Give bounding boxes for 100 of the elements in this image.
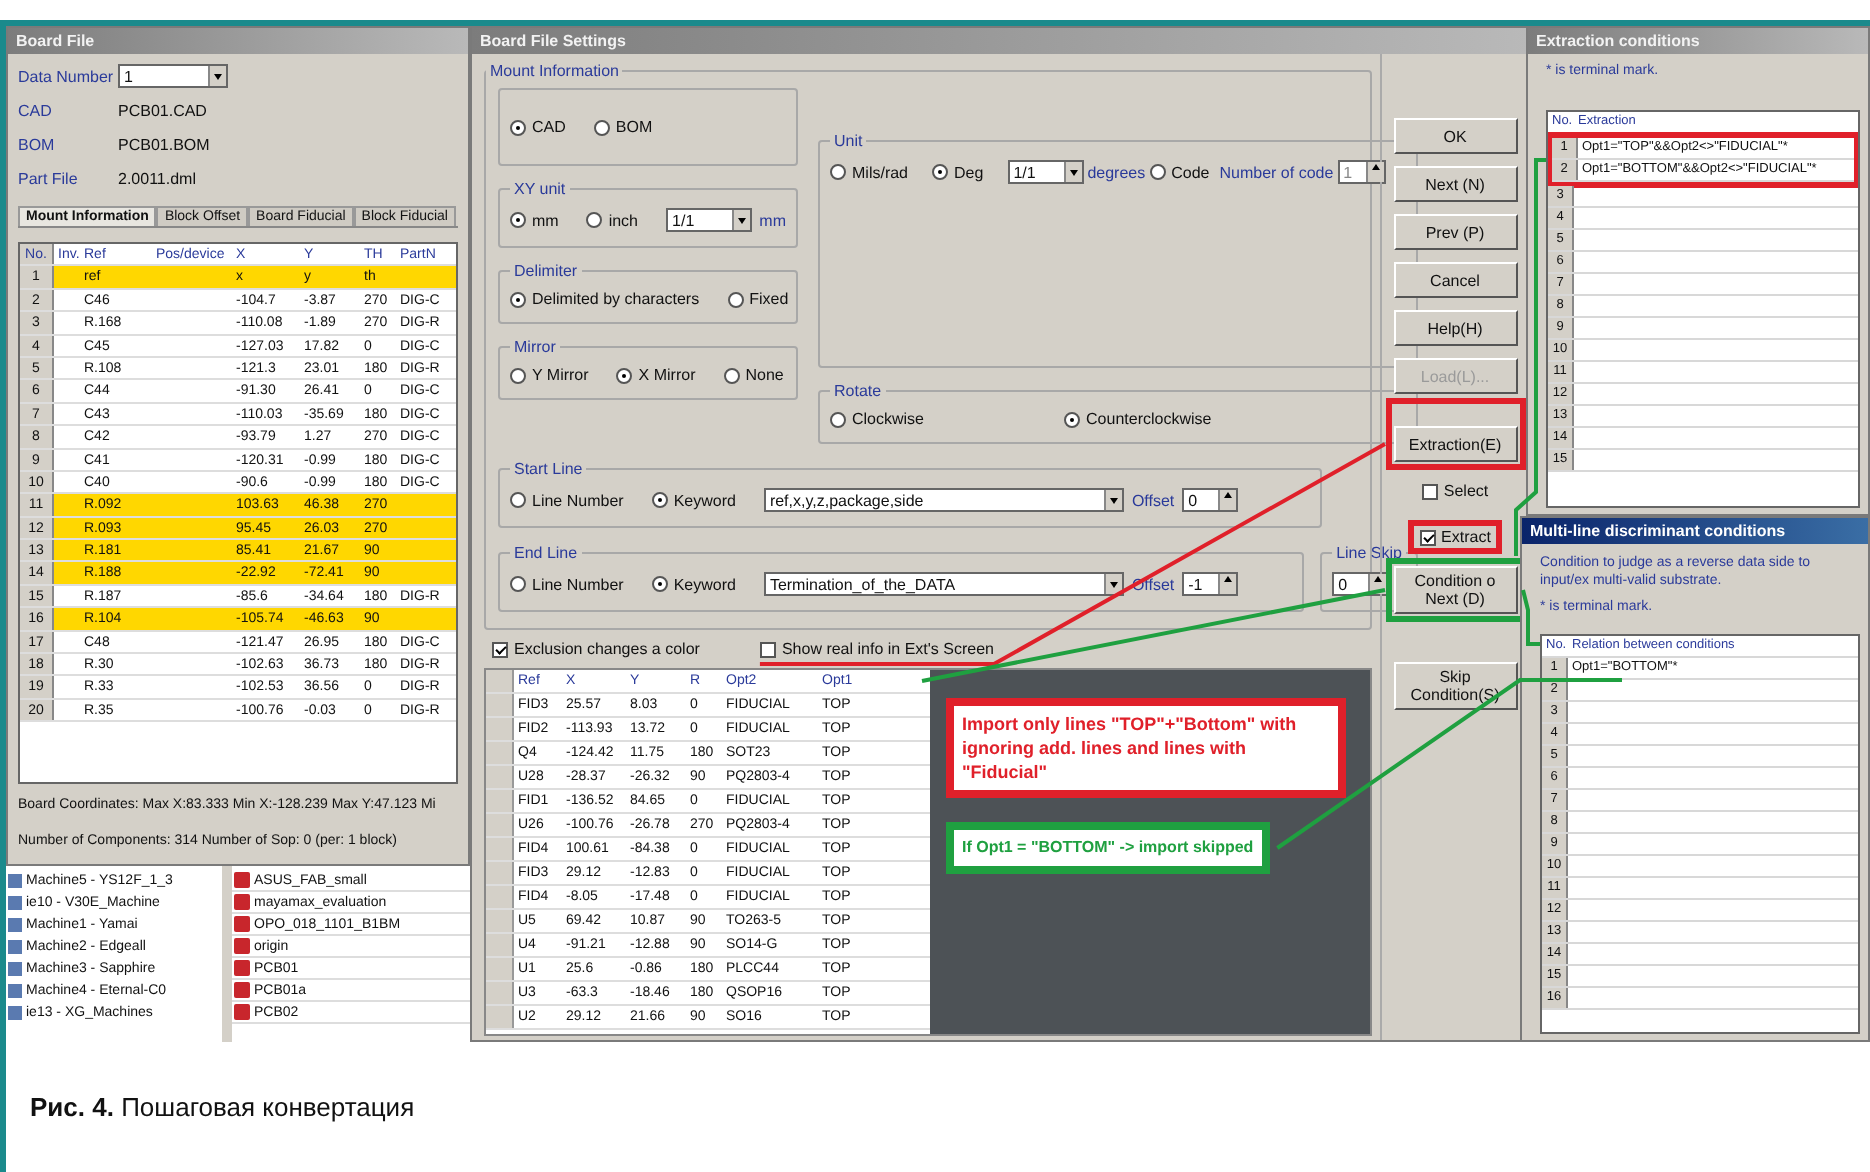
option-label: Fixed xyxy=(749,290,789,308)
radio-button[interactable] xyxy=(593,119,610,135)
group-title: Line Skip xyxy=(1334,544,1404,562)
row-header xyxy=(486,982,514,1004)
row-header xyxy=(486,1006,514,1028)
row-header xyxy=(486,958,514,980)
spinner-field[interactable]: 0 xyxy=(1182,488,1239,512)
checkbox[interactable] xyxy=(1421,483,1438,499)
radio-button[interactable] xyxy=(723,367,740,383)
radio-button[interactable] xyxy=(1149,164,1166,180)
group-title: Start Line xyxy=(512,460,585,478)
row-header xyxy=(486,766,514,788)
dropdown[interactable]: 1/1 xyxy=(666,208,752,232)
figure-caption: Рис. 4. Пошаговая конвертация xyxy=(30,1092,415,1122)
option-label: Keyword xyxy=(673,575,736,593)
radio-button[interactable] xyxy=(932,164,949,180)
window-title: Multi-line discriminant conditions xyxy=(1522,518,1868,544)
field-label: CAD xyxy=(18,101,54,119)
radio-button[interactable] xyxy=(727,291,744,307)
button[interactable]: Skip Condition(S) xyxy=(1393,662,1517,710)
window-title: Board File Settings xyxy=(472,28,1528,54)
row-header xyxy=(486,814,514,836)
group-title: Mirror xyxy=(512,338,558,356)
group-title: End Line xyxy=(512,544,580,562)
radio-button[interactable] xyxy=(651,492,668,508)
field-label: Part File xyxy=(18,169,80,187)
button[interactable]: Next (N) xyxy=(1393,166,1517,202)
row-header xyxy=(486,862,514,884)
field-label: Data Number xyxy=(18,67,116,85)
annotation-note: Import only lines "TOP"+"Bottom" with ignoring add. lines and lines with "Fiducial" xyxy=(946,698,1346,798)
radio-button[interactable] xyxy=(510,291,526,307)
button[interactable]: Condition o Next (D) xyxy=(1393,566,1517,614)
radio-button[interactable] xyxy=(830,164,846,180)
group-title: XY unit xyxy=(512,180,568,198)
leader-line xyxy=(1521,589,1540,646)
button[interactable]: Help(H) xyxy=(1393,310,1517,346)
row-header xyxy=(486,838,514,860)
radio-button[interactable] xyxy=(586,212,603,228)
field-value: PCB01.CAD xyxy=(118,101,209,119)
row-header xyxy=(486,742,514,764)
option-label: Line Number xyxy=(532,575,624,593)
keyword-field[interactable]: Termination_of_the_DATA xyxy=(763,572,1124,596)
field-value: PCB01.BOM xyxy=(118,135,212,153)
row-header xyxy=(486,694,514,716)
checkbox[interactable] xyxy=(759,641,776,657)
row-header xyxy=(486,934,514,956)
option-label: Line Number xyxy=(532,491,624,509)
option-label: inch xyxy=(608,211,639,229)
option-label: Counterclockwise xyxy=(1086,410,1212,428)
unit-label: degrees xyxy=(1087,163,1146,181)
radio-button[interactable] xyxy=(616,367,633,383)
spin-arrows-icon xyxy=(1218,574,1237,594)
button[interactable]: Cancel xyxy=(1393,262,1517,298)
radio-button[interactable] xyxy=(510,367,526,383)
group-title: Mount Information xyxy=(488,62,621,80)
unit-label: mm xyxy=(759,211,786,229)
group-title: Unit xyxy=(832,132,865,150)
button[interactable]: OK xyxy=(1393,118,1517,154)
option-label: Y Mirror xyxy=(532,366,589,384)
spinner-field[interactable]: -1 xyxy=(1182,572,1239,596)
radio-button[interactable] xyxy=(510,492,526,508)
group-title: Rotate xyxy=(832,382,884,400)
checkbox[interactable] xyxy=(1419,529,1436,545)
checkbox-label: Exclusion changes a color xyxy=(514,640,700,658)
row-header xyxy=(486,886,514,908)
option-label: Delimited by characters xyxy=(532,290,700,308)
field-label: Number of code xyxy=(1219,163,1334,181)
radio-button[interactable] xyxy=(1064,411,1081,427)
radio-button[interactable] xyxy=(510,212,526,228)
spin-arrows-icon xyxy=(1218,490,1237,510)
option-label: Clockwise xyxy=(852,410,925,428)
field-value: 2.0011.dml xyxy=(118,169,198,187)
option-label: Deg xyxy=(954,163,984,181)
row-header xyxy=(486,910,514,932)
option-label: Code xyxy=(1171,163,1210,181)
dropdown[interactable]: 1 xyxy=(118,64,228,88)
option-label: mm xyxy=(532,211,559,229)
radio-button[interactable] xyxy=(510,576,526,592)
option-label: None xyxy=(745,366,784,384)
checkbox[interactable] xyxy=(492,641,508,657)
dropdown[interactable]: 1/1 xyxy=(1007,160,1084,184)
radio-button[interactable] xyxy=(651,576,668,592)
keyword-field[interactable]: ref,x,y,z,package,side xyxy=(763,488,1124,512)
field-label: BOM xyxy=(18,135,57,153)
checkbox-label: Extract xyxy=(1441,528,1491,546)
option-label: CAD xyxy=(532,118,566,136)
row-header xyxy=(486,670,514,692)
option-label: X Mirror xyxy=(638,366,696,384)
button[interactable]: Prev (P) xyxy=(1393,214,1517,250)
window-title: Board File xyxy=(8,28,468,54)
spinner-field[interactable]: 1 xyxy=(1337,160,1386,184)
button[interactable]: Extraction(E) xyxy=(1393,426,1517,462)
checkbox-label: Select xyxy=(1443,482,1489,500)
row-header xyxy=(486,790,514,812)
group-title: Delimiter xyxy=(512,262,580,280)
radio-button[interactable] xyxy=(830,411,846,427)
radio-button[interactable] xyxy=(510,119,526,135)
spin-arrows-icon xyxy=(1365,162,1384,182)
annotation-note: If Opt1 = "BOTTOM" -> import skipped xyxy=(946,822,1270,874)
option-label: Keyword xyxy=(673,491,736,509)
